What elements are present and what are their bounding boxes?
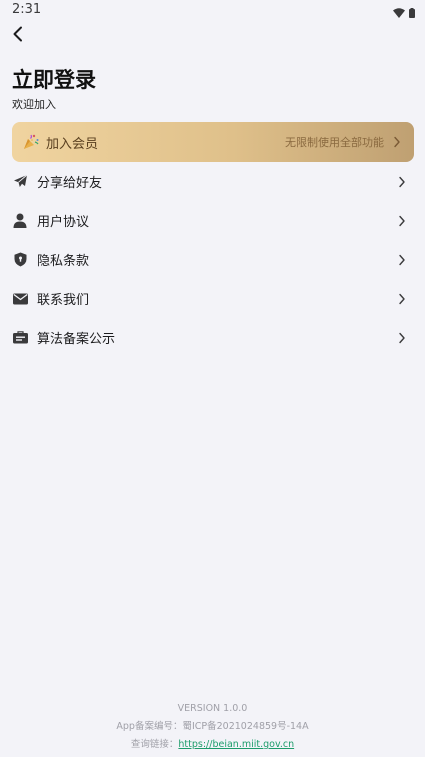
menu-item-share[interactable]: 分享给好友 [0, 162, 425, 201]
page-subtitle: 欢迎加入 [12, 98, 56, 111]
chevron-right-icon [397, 332, 407, 344]
paper-plane-icon [12, 174, 28, 190]
query-label: 查询链接： [130, 739, 179, 750]
battery-icon [409, 3, 415, 22]
menu-item-label: 隐私条款 [37, 254, 90, 269]
shield-icon [12, 252, 28, 268]
menu-item-label: 算法备案公示 [37, 332, 116, 347]
envelope-icon [12, 291, 28, 307]
menu-item-user-agreement[interactable]: 用户协议 [0, 201, 425, 240]
menu-item-label: 用户协议 [37, 215, 90, 230]
back-button[interactable] [6, 24, 30, 48]
menu-item-label: 联系我们 [37, 293, 90, 308]
id-card-icon [12, 330, 28, 346]
chevron-left-icon [12, 26, 24, 46]
query-link[interactable]: https://beian.miit.gov.cn [178, 739, 294, 750]
vip-description: 无限制使用全部功能 [285, 136, 384, 149]
menu-item-privacy[interactable]: 隐私条款 [0, 240, 425, 279]
chevron-right-icon [392, 136, 402, 148]
status-icons [393, 3, 415, 22]
menu-item-contact[interactable]: 联系我们 [0, 279, 425, 318]
chevron-right-icon [397, 254, 407, 266]
footer: VERSION 1.0.0 App备案编号：蜀ICP备2021024859号-1… [0, 700, 425, 754]
settings-menu: 分享给好友 用户协议 隐私条款 联系我们 算法备案公示 [0, 162, 425, 357]
status-bar: 2:31 [0, 0, 425, 22]
wifi-icon [393, 3, 405, 22]
record-number: App备案编号：蜀ICP备2021024859号-14A [116, 721, 309, 732]
app-version: VERSION 1.0.0 [177, 703, 248, 714]
query-line: 查询链接：https://beian.miit.gov.cn [0, 736, 425, 754]
menu-item-label: 分享给好友 [37, 176, 103, 191]
vip-label: 加入会员 [46, 136, 99, 152]
menu-item-algorithm-record[interactable]: 算法备案公示 [0, 318, 425, 357]
status-time: 2:31 [12, 2, 42, 17]
page-title[interactable]: 立即登录 [12, 64, 96, 94]
user-icon [12, 213, 28, 229]
chevron-right-icon [397, 176, 407, 188]
chevron-right-icon [397, 215, 407, 227]
join-vip-banner[interactable]: 加入会员 无限制使用全部功能 [12, 122, 414, 162]
party-popper-icon [22, 133, 40, 151]
chevron-right-icon [397, 293, 407, 305]
